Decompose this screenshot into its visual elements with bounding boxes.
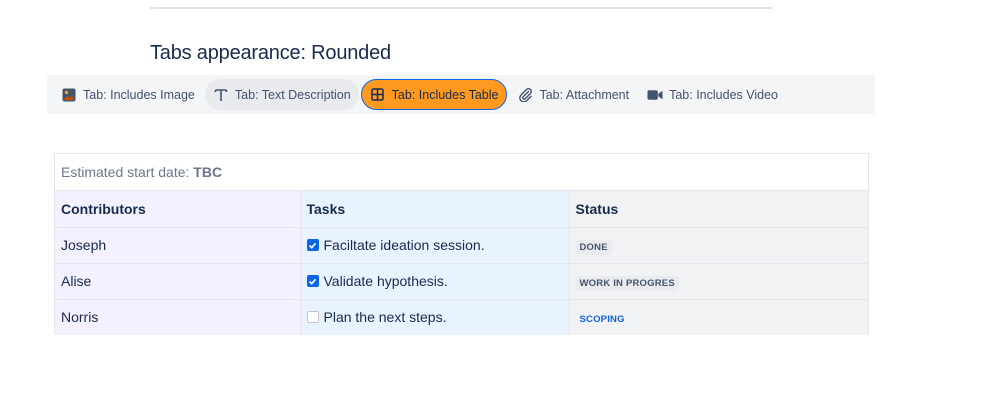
task-checkbox[interactable] — [306, 311, 319, 324]
task-cell: Validate hypothesis. — [300, 263, 570, 300]
contributors-table: Contributors Tasks Status Joseph Facilta… — [55, 191, 868, 335]
header-contributors: Contributors — [55, 191, 301, 228]
start-date-label: Estimated start date: — [61, 164, 190, 180]
contributor-cell: Joseph — [55, 227, 301, 264]
table-row: Joseph Faciltate ideation session. DONE — [55, 227, 868, 264]
status-cell: DONE — [569, 227, 868, 264]
table-row: Alise Validate hypothesis. WORK IN PROGR… — [55, 263, 868, 300]
tab-includes-video[interactable]: Tab: Includes Video — [639, 79, 786, 110]
tab-includes-table[interactable]: Tab: Includes Table — [360, 79, 508, 110]
table-row: Norris Plan the next steps. SCOPING — [55, 299, 868, 335]
task-checkbox[interactable] — [306, 239, 319, 251]
task-checkbox[interactable] — [306, 275, 319, 287]
paperclip-icon — [517, 87, 533, 103]
start-date-value: TBC — [193, 164, 223, 180]
status-badge: DONE — [575, 240, 612, 255]
contributor-cell: Norris — [55, 299, 301, 335]
status-badge: SCOPING — [579, 314, 625, 326]
check-icon — [308, 278, 317, 285]
task-text: Plan the next steps. — [323, 309, 447, 326]
video-icon — [647, 87, 663, 103]
task-text: Validate hypothesis. — [323, 273, 448, 289]
tab-label: Tab: Includes Table — [391, 87, 499, 102]
status-badge: WORK IN PROGRES — [575, 276, 679, 291]
section-heading: Tabs appearance: Rounded — [150, 42, 391, 64]
table-header-row: Contributors Tasks Status — [55, 191, 868, 228]
task-cell: Faciltate ideation session. — [300, 227, 570, 264]
tab-includes-image[interactable]: Tab: Includes Image — [53, 79, 203, 110]
tab-label: Tab: Includes Image — [83, 87, 195, 102]
tab-attachment[interactable]: Tab: Attachment — [509, 79, 637, 110]
task-cell: Plan the next steps. — [300, 299, 570, 335]
tab-text-description[interactable]: Tab: Text Description — [204, 79, 359, 110]
image-icon — [61, 87, 77, 103]
estimated-start-date: Estimated start date: TBC — [55, 154, 868, 191]
tab-panel-table: Estimated start date: TBC Contributors T… — [54, 153, 869, 335]
status-cell: SCOPING — [569, 299, 868, 335]
status-cell: WORK IN PROGRES — [569, 263, 868, 300]
header-status: Status — [569, 191, 868, 228]
tab-label: Tab: Includes Video — [669, 87, 778, 102]
text-icon — [213, 87, 229, 103]
task-text: Faciltate ideation session. — [323, 237, 485, 253]
tab-label: Tab: Text Description — [234, 87, 351, 102]
top-divider — [150, 7, 772, 9]
table-icon — [370, 87, 386, 103]
tab-label: Tab: Attachment — [539, 87, 630, 102]
contributor-cell: Alise — [55, 263, 301, 300]
header-tasks: Tasks — [300, 191, 570, 228]
tab-bar: Tab: Includes Image Tab: Text Descriptio… — [47, 75, 875, 114]
check-icon — [308, 242, 317, 249]
